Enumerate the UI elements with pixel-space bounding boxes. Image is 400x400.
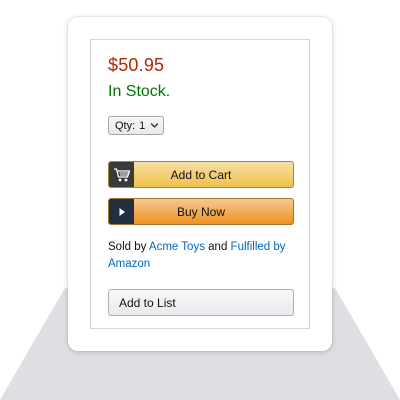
sold-by-prefix: Sold by [108, 241, 147, 253]
cart-icon-box [109, 162, 134, 187]
play-icon [119, 207, 125, 216]
product-price: $50.95 [108, 55, 165, 75]
add-to-list-button[interactable]: Add to List [108, 289, 294, 316]
buy-now-button[interactable]: Buy Now [108, 198, 294, 225]
add-to-cart-button[interactable]: Add to Cart [108, 161, 294, 188]
chevron-down-icon [150, 123, 159, 128]
stage: $50.95 In Stock. Qty: 1 Add to Cart Buy … [0, 0, 400, 400]
buy-box: $50.95 In Stock. Qty: 1 Add to Cart Buy … [90, 39, 310, 329]
seller-info: Sold by Acme Toys and Fulfilled by Amazon [108, 239, 298, 273]
quantity-value: 1 [139, 119, 146, 132]
fulfiller-text: Amazon [108, 258, 151, 270]
add-to-cart-label: Add to Cart [170, 167, 232, 182]
play-icon-box [109, 199, 134, 224]
cart-icon [113, 167, 130, 181]
seller-link[interactable]: Acme Toys [149, 241, 205, 253]
stock-status: In Stock. [108, 83, 171, 100]
quantity-dropdown[interactable]: Qty: 1 [108, 116, 164, 135]
fulfilled-by-text: Fulfilled by [230, 241, 286, 253]
buy-now-label: Buy Now [176, 204, 226, 219]
quantity-label: Qty: [115, 119, 136, 132]
add-to-list-label: Add to List [119, 295, 176, 310]
seller-and: and [208, 241, 228, 253]
